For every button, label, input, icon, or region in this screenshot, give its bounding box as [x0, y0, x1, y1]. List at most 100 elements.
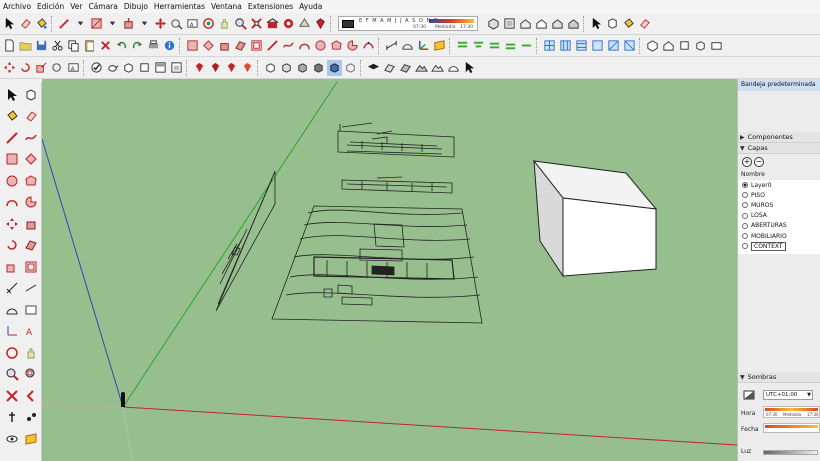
- active-layer-radio[interactable]: [742, 192, 748, 199]
- paste-button[interactable]: [82, 38, 97, 54]
- view-button-2[interactable]: [661, 38, 676, 54]
- zoom-extents-button[interactable]: [249, 16, 264, 32]
- open-file-button[interactable]: [18, 38, 33, 54]
- tb3-btn-13[interactable]: [208, 60, 223, 76]
- shadows-panel-header[interactable]: ▼ Sombras: [738, 372, 820, 383]
- tb3-btn-10[interactable]: [153, 60, 168, 76]
- offset-tool-button[interactable]: [22, 258, 39, 275]
- model-viewport[interactable]: [42, 79, 737, 461]
- rotate-tool-button[interactable]: [3, 237, 20, 254]
- front-view-button[interactable]: [518, 16, 533, 32]
- eraser-tool-button[interactable]: [18, 16, 33, 32]
- tb3-btn-26[interactable]: [430, 60, 445, 76]
- tb3-btn-7[interactable]: [105, 60, 120, 76]
- tb3-btn-15[interactable]: [240, 60, 255, 76]
- menu-item-1[interactable]: Edición: [37, 2, 64, 11]
- layer-row[interactable]: PISO: [738, 190, 820, 200]
- layers-panel-header[interactable]: ▼ Capas: [738, 143, 820, 154]
- align-button-3[interactable]: [487, 38, 502, 54]
- timezone-select[interactable]: UTC+01:00 ▼: [763, 390, 813, 400]
- layer-row[interactable]: MUROS: [738, 200, 820, 210]
- tb3-btn-27[interactable]: [446, 60, 461, 76]
- orbit-tool-button[interactable]: [201, 16, 216, 32]
- layer-row[interactable]: CONTEXT: [738, 241, 820, 251]
- elevation-drawing-top[interactable]: [337, 122, 455, 158]
- eraser-tool-button[interactable]: [22, 108, 39, 125]
- new-file-button[interactable]: [2, 38, 17, 54]
- copy-button[interactable]: [66, 38, 81, 54]
- view-button-5[interactable]: [709, 38, 724, 54]
- menu-item-4[interactable]: Dibujo: [124, 2, 148, 11]
- tb3-btn-28[interactable]: [462, 60, 477, 76]
- zoom-tool-button[interactable]: [233, 16, 248, 32]
- tb3-btn-2[interactable]: [18, 60, 33, 76]
- top-view-button[interactable]: [502, 16, 517, 32]
- rectangle-dropdown-button[interactable]: [105, 16, 120, 32]
- tb3-btn-25[interactable]: [414, 60, 429, 76]
- paint-tool-button[interactable]: [34, 16, 49, 32]
- 3dtext-tool-button[interactable]: A: [22, 323, 39, 340]
- line-tool-button[interactable]: [3, 129, 20, 146]
- rectangle-button[interactable]: [185, 38, 200, 54]
- previous-view-tool-button[interactable]: [22, 387, 39, 404]
- section-plane-button[interactable]: [432, 38, 447, 54]
- grid-button-3[interactable]: [574, 38, 589, 54]
- extension-warehouse-button[interactable]: [281, 16, 296, 32]
- align-button-2[interactable]: [471, 38, 486, 54]
- layer-row[interactable]: Layer0: [738, 180, 820, 190]
- print-button[interactable]: [146, 38, 161, 54]
- tb3-btn-6[interactable]: [89, 60, 104, 76]
- share-model-button[interactable]: [297, 16, 312, 32]
- position-camera-tool-button[interactable]: [3, 409, 20, 426]
- freehand-tool-button[interactable]: [22, 129, 39, 146]
- orbit-tool-button[interactable]: [3, 344, 20, 361]
- align-button-4[interactable]: [503, 38, 518, 54]
- tb3-btn-11[interactable]: [169, 60, 184, 76]
- tape-tool-button[interactable]: [169, 16, 184, 32]
- look-around-tool-button[interactable]: [3, 430, 20, 447]
- tb3-btn-17[interactable]: [279, 60, 294, 76]
- time-gradient[interactable]: [429, 19, 474, 23]
- active-layer-radio[interactable]: [742, 202, 748, 209]
- pie-tool-button[interactable]: [22, 194, 39, 211]
- floor-plan-drawing[interactable]: [271, 205, 483, 324]
- tb3-btn-19[interactable]: [311, 60, 326, 76]
- polygon-tool-button[interactable]: [22, 172, 39, 189]
- rotated-rect-tool-button[interactable]: [22, 151, 39, 168]
- eraser-tool-button-2[interactable]: [637, 16, 652, 32]
- paint-tool-button[interactable]: [3, 108, 20, 125]
- section-tool-button[interactable]: [22, 430, 39, 447]
- layer-row[interactable]: MOBILIARIO: [738, 231, 820, 241]
- left-view-button[interactable]: [566, 16, 581, 32]
- menu-item-6[interactable]: Ventana: [211, 2, 242, 11]
- cut-button[interactable]: [50, 38, 65, 54]
- menu-item-2[interactable]: Ver: [70, 2, 82, 11]
- dimension-button[interactable]: [384, 38, 399, 54]
- scale-tool-button[interactable]: [3, 258, 20, 275]
- save-file-button[interactable]: [34, 38, 49, 54]
- menu-item-5[interactable]: Herramientas: [154, 2, 205, 11]
- move-tool-button[interactable]: [3, 215, 20, 232]
- component-tool-button[interactable]: [22, 86, 39, 103]
- tb3-btn-4[interactable]: [50, 60, 65, 76]
- tb3-btn-5[interactable]: A: [66, 60, 81, 76]
- active-layer-radio[interactable]: [742, 243, 748, 250]
- scale-figure[interactable]: [121, 392, 125, 407]
- move-tool-button[interactable]: [153, 16, 168, 32]
- light-slider[interactable]: [763, 450, 818, 455]
- tb3-btn-18[interactable]: [295, 60, 310, 76]
- model-info-button[interactable]: [162, 38, 177, 54]
- pushpull-button[interactable]: [217, 38, 232, 54]
- select-tool-button-2[interactable]: [589, 16, 604, 32]
- warehouse-button[interactable]: [265, 16, 280, 32]
- iso-view-button[interactable]: [486, 16, 501, 32]
- tb3-btn-22[interactable]: [366, 60, 381, 76]
- grid-button-5[interactable]: [606, 38, 621, 54]
- tb3-btn-1[interactable]: [2, 60, 17, 76]
- ruby-button[interactable]: [313, 16, 328, 32]
- grid-button-6[interactable]: [622, 38, 637, 54]
- tb3-btn-8[interactable]: [121, 60, 136, 76]
- pan-tool-button[interactable]: [217, 16, 232, 32]
- rectangle-tool-button[interactable]: [89, 16, 104, 32]
- tb3-btn-20[interactable]: [327, 59, 342, 76]
